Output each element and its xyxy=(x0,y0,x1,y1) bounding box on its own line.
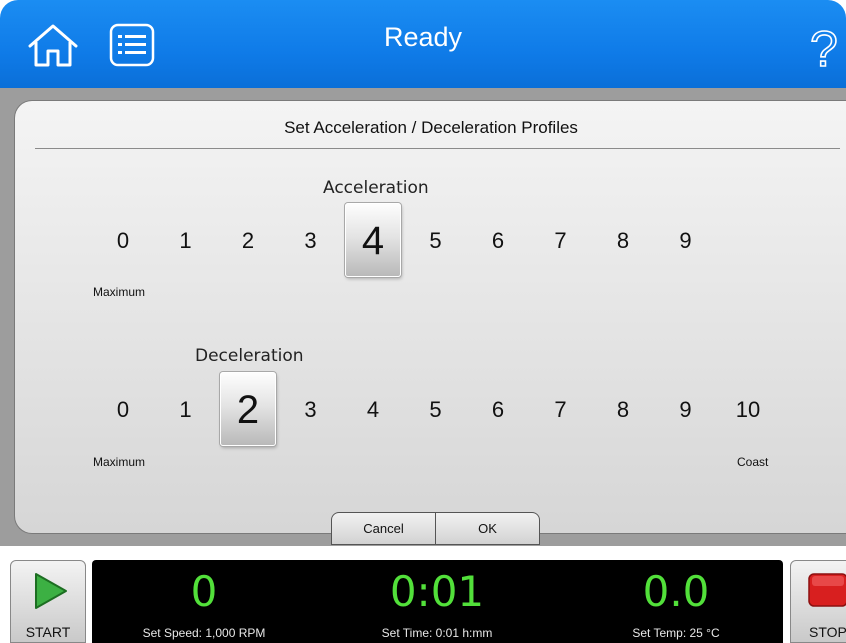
stop-button[interactable]: STOP xyxy=(790,560,846,643)
set-speed-label[interactable]: Set Speed: 1,000 RPM xyxy=(104,626,304,640)
deceleration-option-7[interactable]: 7 xyxy=(533,397,589,423)
control-bar: START 0 Set Speed: 1,000 RPM 0:01 Set Ti… xyxy=(0,546,846,643)
deceleration-option-1[interactable]: 1 xyxy=(158,397,214,423)
stop-label: STOP xyxy=(809,624,846,640)
acceleration-label: Acceleration xyxy=(323,178,429,198)
help-button[interactable]: ? xyxy=(808,20,842,78)
acceleration-option-2[interactable]: 2 xyxy=(220,228,276,254)
acceleration-option-6[interactable]: 6 xyxy=(470,228,526,254)
deceleration-label: Deceleration xyxy=(195,346,304,366)
dialog-frame: Set Acceleration / Deceleration Profiles… xyxy=(0,88,846,546)
acceleration-option-5[interactable]: 5 xyxy=(408,228,464,254)
deceleration-maximum-label: Maximum xyxy=(93,455,146,469)
acceleration-option-1[interactable]: 1 xyxy=(158,228,214,254)
deceleration-option-4[interactable]: 4 xyxy=(345,397,401,423)
start-label: START xyxy=(25,624,71,640)
status-title: Ready xyxy=(383,22,463,52)
time-readout: 0:01 xyxy=(389,567,485,616)
start-button[interactable]: START xyxy=(10,560,86,643)
acceleration-option-4-selected[interactable]: 4 xyxy=(345,203,401,277)
acceleration-maximum-label: Maximum xyxy=(93,285,146,299)
cancel-button[interactable]: Cancel xyxy=(331,512,436,545)
deceleration-option-9[interactable]: 9 xyxy=(658,397,714,423)
divider xyxy=(35,148,840,149)
ok-button[interactable]: OK xyxy=(435,512,540,545)
temp-readout: 0.0 xyxy=(642,567,710,616)
set-time-label[interactable]: Set Time: 0:01 h:mm xyxy=(337,626,537,640)
acceleration-option-9[interactable]: 9 xyxy=(658,228,714,254)
set-temp-label[interactable]: Set Temp: 25 °C xyxy=(576,626,776,640)
run-status-panel: 0 Set Speed: 1,000 RPM 0:01 Set Time: 0:… xyxy=(92,560,783,643)
deceleration-option-3[interactable]: 3 xyxy=(283,397,339,423)
deceleration-coast-label: Coast xyxy=(737,455,769,469)
deceleration-option-0[interactable]: 0 xyxy=(95,397,151,423)
svg-text:?: ? xyxy=(810,21,838,76)
deceleration-option-6[interactable]: 6 xyxy=(470,397,526,423)
acceleration-option-8[interactable]: 8 xyxy=(595,228,651,254)
deceleration-option-5[interactable]: 5 xyxy=(408,397,464,423)
acceleration-option-7[interactable]: 7 xyxy=(533,228,589,254)
speed-readout: 0 xyxy=(190,567,218,616)
deceleration-option-2-selected[interactable]: 2 xyxy=(220,372,276,446)
dialog-title: Set Acceleration / Deceleration Profiles xyxy=(284,118,578,137)
deceleration-option-10[interactable]: 10 xyxy=(720,397,776,423)
deceleration-option-8[interactable]: 8 xyxy=(595,397,651,423)
profile-dialog: Set Acceleration / Deceleration Profiles… xyxy=(14,100,846,534)
acceleration-option-3[interactable]: 3 xyxy=(283,228,339,254)
stop-icon xyxy=(808,573,846,607)
play-icon xyxy=(35,573,67,609)
header-bar: Ready ? xyxy=(0,0,846,88)
acceleration-option-0[interactable]: 0 xyxy=(95,228,151,254)
help-icon: ? xyxy=(809,20,838,78)
dialog-buttons: Cancel OK xyxy=(331,512,541,546)
